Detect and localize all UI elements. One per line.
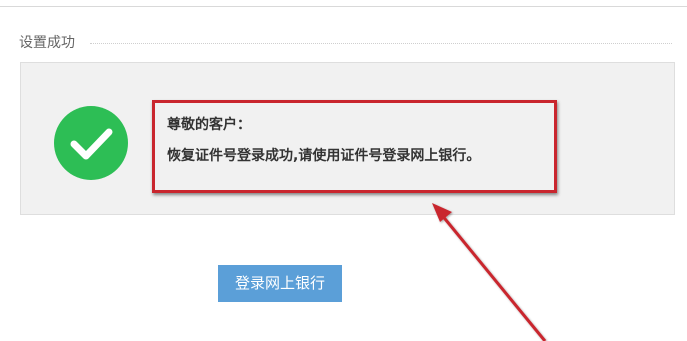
red-arrow-icon bbox=[432, 203, 547, 341]
